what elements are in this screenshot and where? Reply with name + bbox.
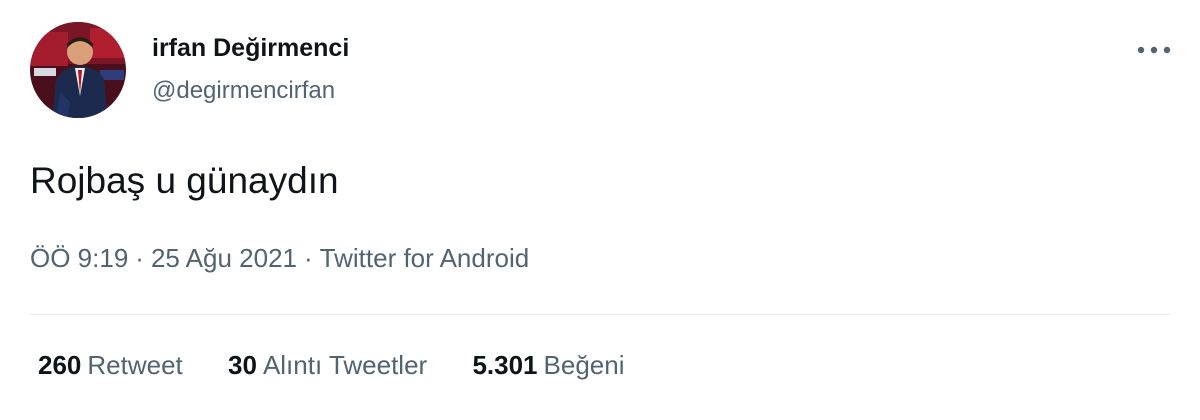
quote-tweet-stat[interactable]: 30 Alıntı Tweetler xyxy=(228,350,427,381)
retweet-label: Retweet xyxy=(87,350,183,380)
tweet-card: irfan Değirmenci @degirmencirfan Rojbaş … xyxy=(0,0,1200,420)
display-name[interactable]: irfan Değirmenci xyxy=(152,34,349,63)
like-label: Beğeni xyxy=(543,350,625,380)
retweet-count: 260 xyxy=(38,350,82,380)
meta-separator: · xyxy=(304,243,313,273)
more-horizontal-icon xyxy=(1137,46,1171,54)
avatar-image xyxy=(30,22,126,118)
quote-tweet-count: 30 xyxy=(228,350,257,380)
user-handle[interactable]: @degirmencirfan xyxy=(152,77,335,105)
tweet-time[interactable]: ÖÖ 9:19 xyxy=(30,243,128,273)
like-stat[interactable]: 5.301 Beğeni xyxy=(472,350,624,381)
tweet-source[interactable]: Twitter for Android xyxy=(320,243,530,273)
avatar[interactable] xyxy=(30,22,126,118)
tweet-date[interactable]: 25 Ağu 2021 xyxy=(151,243,297,273)
quote-tweet-label: Alıntı Tweetler xyxy=(262,350,428,380)
meta-separator: · xyxy=(135,243,144,273)
like-count: 5.301 xyxy=(472,350,538,380)
tweet-stats: 260 Retweet 30 Alıntı Tweetler 5.301 Beğeni xyxy=(38,350,662,381)
divider xyxy=(30,314,1170,315)
tweet-meta: ÖÖ 9:19 · 25 Ağu 2021 · Twitter for Android xyxy=(30,243,529,274)
retweet-stat[interactable]: 260 Retweet xyxy=(38,350,183,381)
tweet-text: Rojbaş u günaydın xyxy=(30,160,339,201)
more-button[interactable] xyxy=(1132,32,1176,68)
